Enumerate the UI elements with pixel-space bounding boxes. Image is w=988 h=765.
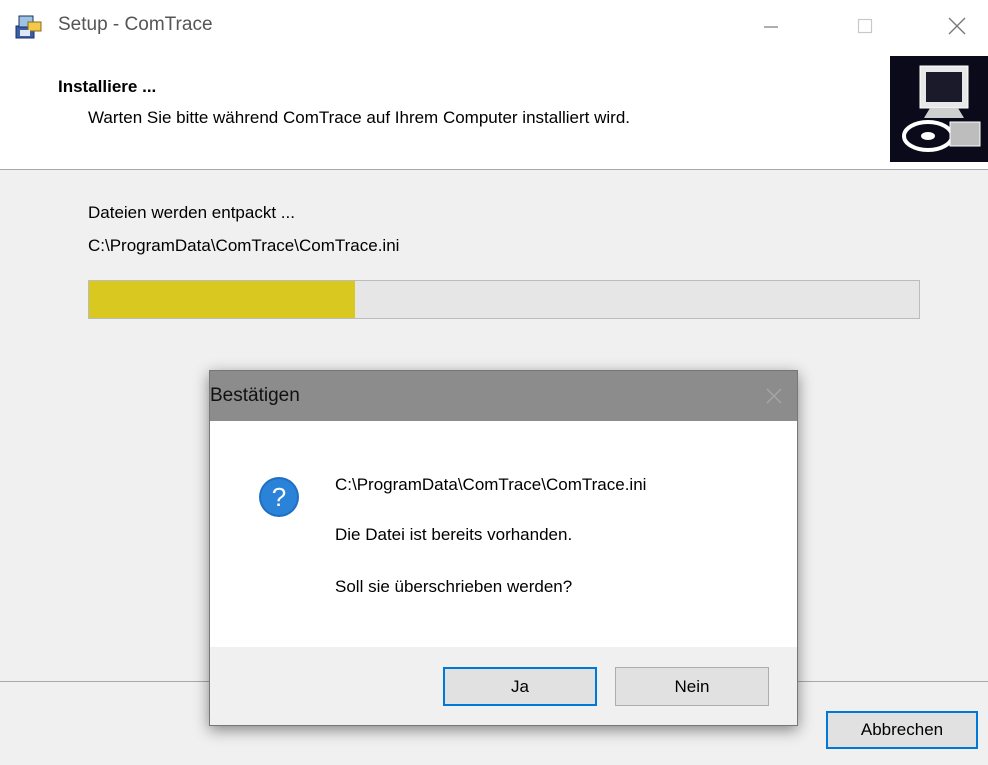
page-title: Installiere ... bbox=[58, 77, 157, 96]
page-subtitle: Warten Sie bitte während ComTrace auf Ih… bbox=[88, 108, 630, 127]
maximize-icon bbox=[857, 18, 873, 34]
wizard-header: Installiere ... Warten Sie bitte während… bbox=[0, 52, 988, 170]
confirm-dialog: Bestätigen ? C:\ProgramData\ComTrace\Com… bbox=[209, 370, 798, 726]
window-titlebar: Setup - ComTrace bbox=[0, 0, 988, 52]
question-icon: ? bbox=[258, 476, 300, 518]
minimize-button[interactable] bbox=[740, 0, 802, 52]
dialog-question: Soll sie überschrieben werden? bbox=[335, 577, 573, 596]
window-title: Setup - ComTrace bbox=[58, 14, 213, 35]
dialog-title: Bestätigen bbox=[210, 385, 300, 406]
progress-bar-fill bbox=[89, 281, 355, 318]
dialog-body: ? C:\ProgramData\ComTrace\ComTrace.ini D… bbox=[210, 421, 797, 647]
dialog-message: Die Datei ist bereits vorhanden. bbox=[335, 525, 573, 544]
cancel-button[interactable]: Abbrechen bbox=[826, 711, 978, 749]
status-path: C:\ProgramData\ComTrace\ComTrace.ini bbox=[88, 236, 400, 255]
svg-text:?: ? bbox=[272, 482, 286, 512]
close-icon bbox=[766, 388, 782, 404]
no-button[interactable]: Nein bbox=[615, 667, 769, 706]
dialog-file-path: C:\ProgramData\ComTrace\ComTrace.ini bbox=[335, 475, 647, 494]
dialog-titlebar: Bestätigen bbox=[210, 371, 797, 421]
dialog-close-button[interactable] bbox=[761, 383, 787, 409]
setup-installer-icon bbox=[14, 12, 44, 40]
close-icon bbox=[948, 17, 966, 35]
close-button[interactable] bbox=[926, 0, 988, 52]
maximize-button[interactable] bbox=[834, 0, 896, 52]
status-action: Dateien werden entpackt ... bbox=[88, 203, 295, 222]
computer-disk-icon bbox=[890, 56, 988, 162]
progress-bar bbox=[88, 280, 920, 319]
minimize-icon bbox=[764, 26, 778, 28]
yes-button[interactable]: Ja bbox=[443, 667, 597, 706]
